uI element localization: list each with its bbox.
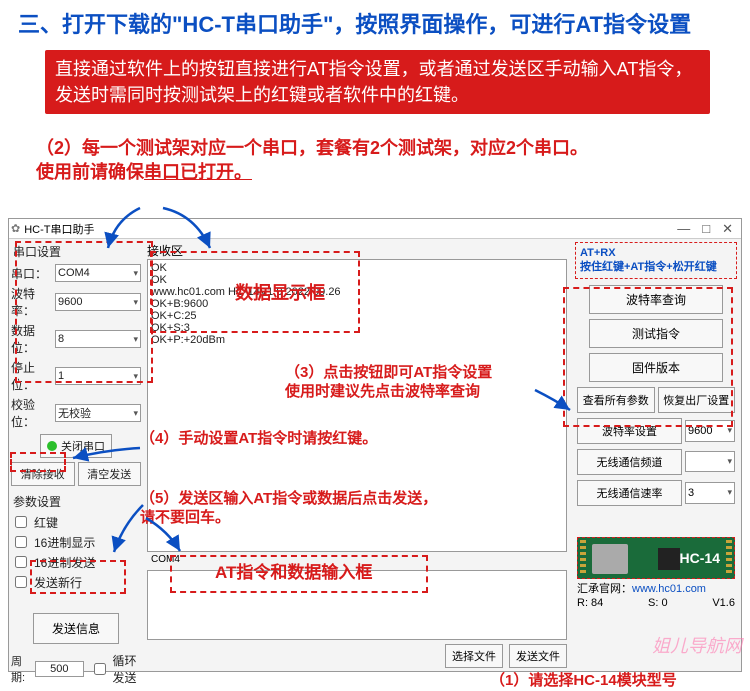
site-line: 汇承官网：www.hc01.com	[577, 580, 735, 596]
mid-panel: 接收区 OK OK www.hc01.com HC-14V1.0 2022.09…	[143, 239, 571, 671]
databits-select[interactable]: 8▾	[55, 330, 141, 348]
stopbits-select[interactable]: 1▾	[55, 367, 141, 385]
hex-send-checkbox[interactable]: 16进制发送	[11, 553, 141, 571]
stats-line: R: 84S: 0V1.6	[577, 597, 735, 609]
clear-rx-button[interactable]: 清除接收	[11, 462, 75, 486]
module-image: HC-14	[577, 537, 735, 579]
loop-checkbox[interactable]: 循环发送	[90, 652, 141, 686]
anno-1: （1）请选择HC-14模块型号	[490, 672, 677, 691]
close-port-button[interactable]: 关闭串口	[40, 434, 112, 458]
minimize-icon[interactable]: —	[677, 221, 690, 237]
clear-tx-button[interactable]: 清空发送	[78, 462, 142, 486]
group-port: 串口设置	[11, 242, 141, 261]
test-cmd-button[interactable]: 测试指令	[589, 319, 723, 348]
site-link[interactable]: www.hc01.com	[632, 583, 706, 595]
send-button[interactable]: 发送信息	[33, 613, 119, 644]
title-bar: ✿ HC-T串口助手 — □ ✕	[9, 219, 741, 239]
firmware-button[interactable]: 固件版本	[589, 353, 723, 382]
baud-query-button[interactable]: 波特率查询	[589, 285, 723, 314]
channel-button[interactable]: 无线通信频道	[577, 449, 682, 475]
baud-set-button[interactable]: 波特率设置	[577, 418, 682, 444]
status-dot-icon	[47, 441, 57, 451]
app-title: HC-T串口助手	[24, 221, 94, 237]
hex-display-checkbox[interactable]: 16进制显示	[11, 533, 141, 551]
view-all-button[interactable]: 查看所有参数	[577, 387, 655, 413]
rate-button[interactable]: 无线通信速率	[577, 480, 682, 506]
intro-red-box: 直接通过软件上的按钮直接进行AT指令设置，或者通过发送区手动输入AT指令，发送时…	[45, 50, 710, 114]
group-params: 参数设置	[11, 492, 141, 511]
gear-icon: ✿	[11, 222, 20, 235]
period-input[interactable]: 500	[35, 661, 83, 677]
redkey-checkbox[interactable]: 红键	[11, 513, 141, 531]
left-panel: 串口设置 串口：COM4▾ 波特率：9600▾ 数据位：8▾ 停止位：1▾ 校验…	[9, 239, 143, 671]
baud-select[interactable]: 9600▾	[55, 293, 141, 311]
send-textarea[interactable]	[147, 570, 567, 640]
channel-select[interactable]: ▾	[685, 451, 735, 472]
port-select[interactable]: COM4▾	[55, 264, 141, 282]
recv-textarea[interactable]: OK OK www.hc01.com HC-14V1.0 2022.09.26 …	[147, 259, 567, 552]
right-panel: AT+RX 按住红键+AT指令+松开红键 波特率查询 测试指令 固件版本 查看所…	[571, 239, 741, 671]
parity-select[interactable]: 无校验▾	[55, 404, 141, 422]
note-2: （2）每一个测试架对应一个串口，套餐有2个测试架，对应2个串口。 使用前请确保串…	[0, 122, 750, 185]
atrx-box: AT+RX 按住红键+AT指令+松开红键	[575, 242, 737, 279]
select-file-button[interactable]: 选择文件	[445, 644, 503, 668]
com-label: COM4	[149, 554, 182, 565]
app-window: ✿ HC-T串口助手 — □ ✕ 串口设置 串口：COM4▾ 波特率：9600▾…	[8, 218, 742, 672]
section-title: 三、打开下载的"HC-T串口助手"，按照界面操作，可进行AT指令设置	[0, 0, 750, 42]
recv-label: 接收区	[147, 242, 567, 259]
send-file-button[interactable]: 发送文件	[509, 644, 567, 668]
maximize-icon[interactable]: □	[702, 221, 710, 237]
baud-set-select[interactable]: 9600▾	[685, 420, 735, 442]
rate-select[interactable]: 3▾	[685, 482, 735, 504]
close-icon[interactable]: ✕	[722, 221, 733, 237]
newline-checkbox[interactable]: 发送新行	[11, 573, 141, 591]
factory-reset-button[interactable]: 恢复出厂设置	[658, 387, 736, 413]
